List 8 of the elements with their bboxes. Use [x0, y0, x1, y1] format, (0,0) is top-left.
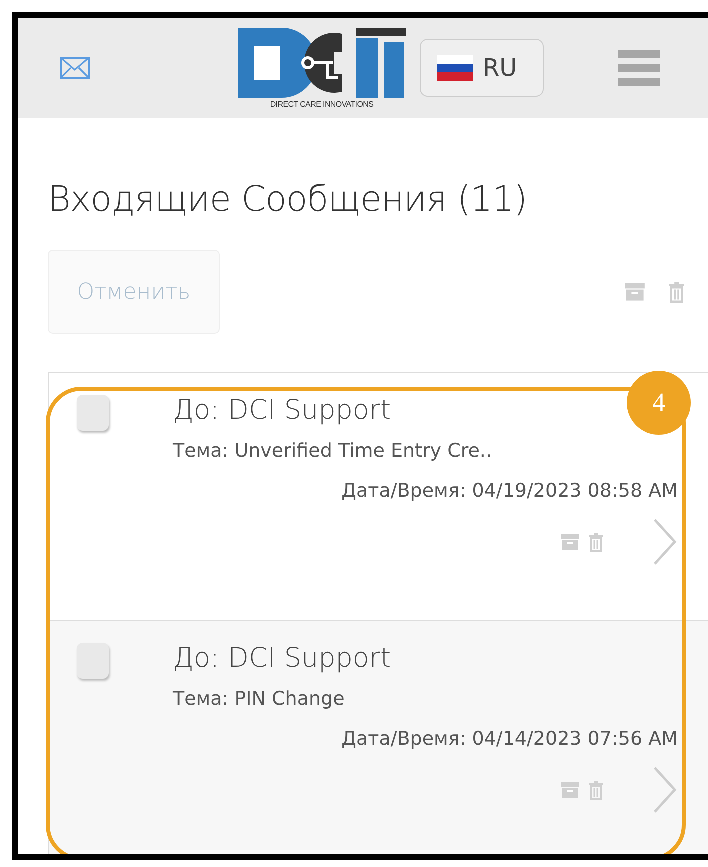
logo-caption: DIRECT CARE INNOVATIONS — [270, 100, 374, 108]
message-recipient: До: DCI Support — [173, 395, 392, 426]
message-date: Дата/Время: 04/19/2023 08:58 AM — [342, 480, 678, 502]
message-subject: Тема: Unverified Time Entry Cre.. — [173, 440, 494, 462]
message-subject: Тема: PIN Change — [173, 688, 346, 710]
message-recipient: До: DCI Support — [173, 643, 392, 674]
message-date: Дата/Время: 04/14/2023 07:56 AM — [342, 728, 678, 750]
page-title: Входящие Сообщения (11) — [48, 180, 528, 220]
